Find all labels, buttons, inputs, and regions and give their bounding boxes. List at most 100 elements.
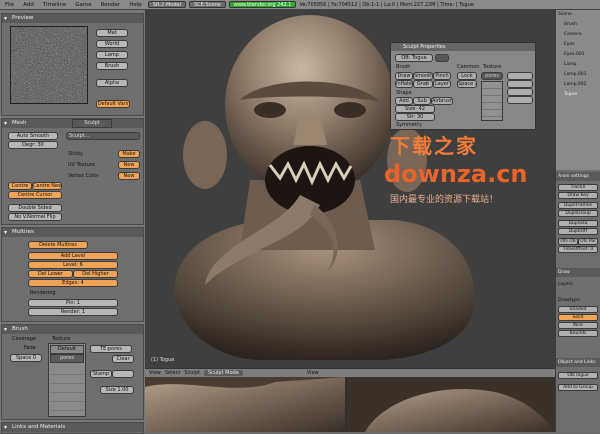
ofs-par-button[interactable]: Ofs Par [578,238,598,245]
tool-grab-button[interactable]: Grab [413,80,433,88]
screen-selector[interactable]: SR:2-Model [147,1,186,8]
object-name-input[interactable]: OB:Togue [558,372,598,379]
draw-panel-title[interactable]: Draw [556,268,600,277]
outliner-item-lamp-002[interactable]: Lamp.002 [564,82,587,87]
airbrush-button[interactable]: Airbrush [431,97,453,105]
links-materials-title[interactable]: Links and Materials [2,423,143,432]
dupli-group-button[interactable]: DupliGroup [558,210,598,217]
drawtype-solid[interactable]: Solid [558,314,598,321]
size-field[interactable]: Size 1.00 [100,386,134,394]
footer-sculpt-menu[interactable]: Sculpt [184,370,200,376]
mode-selector[interactable]: Sculpt Mode [203,370,243,376]
drawtype-bounds[interactable]: Bounds [558,330,598,337]
ofs-ob-button[interactable]: Ofs Ob [558,238,578,245]
auto-smooth-button[interactable]: Auto Smooth [8,132,58,140]
outliner-item-scene[interactable]: Scene [558,12,572,17]
texture-option-4[interactable] [507,96,533,104]
menu-help[interactable]: Help [126,2,145,8]
texture-option-3[interactable] [507,88,533,96]
time-offset-field[interactable]: TimeOffset: 0 [558,246,598,253]
brush-size-field[interactable]: Size: 42 [395,105,435,113]
space-field[interactable]: Space 0 [10,354,42,362]
menu-render[interactable]: Render [98,2,124,8]
degr-field[interactable]: Degr: 30 [8,141,58,149]
centre-new-button[interactable]: Centre New [32,182,62,190]
menu-file[interactable]: File [2,2,17,8]
anim-settings-title[interactable]: Anim settings [556,172,600,181]
sculpt-properties-title[interactable]: Sculpt Properties [391,43,535,51]
no-vnormal-flip-button[interactable]: No V.Normal Flip [8,213,62,221]
outliner-item-eyes-001[interactable]: Eyes.001 [564,52,585,57]
preview-mat-button[interactable]: Mat [96,29,128,37]
del-higher-button[interactable]: Del Higher [73,270,118,278]
menu-timeline[interactable]: Timeline [40,2,69,8]
stamp-button[interactable]: Stamp [90,370,112,378]
outliner-item-lamp-001[interactable]: Lamp.001 [564,72,587,77]
lock-button[interactable]: Lock [457,72,477,80]
footer-select-menu[interactable]: Select [165,370,180,376]
texture-option-1[interactable] [507,72,533,80]
object-links-title[interactable]: Object and Links [556,358,600,367]
menu-add[interactable]: Add [20,2,37,8]
edges-field[interactable]: Edges: 4 [28,279,118,287]
level-field[interactable]: Level: 6 [28,261,118,269]
drawtype-wire[interactable]: Wire [558,322,598,329]
preview-lamp-button[interactable]: Lamp [96,51,128,59]
clear-button[interactable]: Clear [112,355,134,363]
tab-sculpt[interactable]: Sculpt [72,119,112,128]
centre-cursor-button[interactable]: Centre Cursor [8,191,62,199]
brush-strength-field[interactable]: Str: 30 [395,113,435,121]
sculpt-name-field[interactable]: Sculpt... [66,132,140,140]
add-level-button[interactable]: Add Level [28,252,118,260]
centre-button[interactable]: Centre [8,182,32,190]
outliner-item-brush[interactable]: Brush [564,22,577,27]
tool-inflate-button[interactable]: Inflate [395,80,413,88]
menu-game[interactable]: Game [72,2,94,8]
tool-draw-button[interactable]: Draw [395,72,413,80]
del-lower-button[interactable]: Del Lower [28,270,73,278]
draw-key-button[interactable]: Draw Key [558,192,598,199]
multires-title[interactable]: Multires [2,228,143,237]
dupli-frames-button[interactable]: DupliFrames [558,202,598,209]
texture-name-field[interactable]: TE:pores [90,345,132,353]
texture-slot-pores[interactable]: pores [50,354,84,363]
space-x-button[interactable]: Space X [457,80,477,88]
add-to-group-button[interactable]: Add to Group [558,384,598,391]
secondary-viewport[interactable] [145,377,555,432]
dupli-sta-field[interactable]: DupliSta [558,220,598,227]
tool-layer-button[interactable]: Layer [433,80,451,88]
tool-pinch-button[interactable]: Pinch [433,72,451,80]
scene-selector[interactable]: SCE:Scene [188,1,226,8]
dupli-off-field[interactable]: DupliOff [558,228,598,235]
drawtype-shaded[interactable]: Shaded [558,306,598,313]
preview-alpha-button[interactable]: Alpha [96,79,128,87]
delete-multires-button[interactable]: Delete Multires [28,241,88,249]
tool-smooth-button[interactable]: Smooth [413,72,433,80]
texture-slot-default[interactable]: Default [50,345,84,354]
uv-new-button[interactable]: New [118,161,140,169]
object-field-extra[interactable] [435,54,449,62]
shape-sub-button[interactable]: Sub [413,97,431,105]
shape-add-button[interactable]: Add [395,97,413,105]
footer-view-menu-2[interactable]: View [307,370,319,376]
preview-title[interactable]: Preview [2,14,143,23]
outliner-item-camera[interactable]: Camera [564,32,582,37]
dialog-texture-slot-list[interactable] [481,81,503,121]
empty-texture-slots[interactable] [50,366,84,414]
sticky-make-button[interactable]: Make [118,150,140,158]
brush-title[interactable]: Brush [2,325,143,334]
stamp-value-field[interactable] [112,370,134,378]
render-field[interactable]: Render: 1 [28,308,118,316]
outliner-item-lamp[interactable]: Lamp [564,62,577,67]
texture-pores-slot[interactable]: pores [481,72,503,80]
object-name-field[interactable]: OB: Togue [395,54,433,62]
preview-world-button[interactable]: World [96,40,128,48]
blender-url[interactable]: www.blender.org 242.1 [228,1,297,8]
outliner-item-eyes[interactable]: Eyes [564,42,575,47]
pin-field[interactable]: Pin: 1 [28,299,118,307]
vertex-color-new-button[interactable]: New [118,172,140,180]
track-x-button[interactable]: TrackX [558,184,598,191]
outliner-item-togue[interactable]: Togue [564,92,577,97]
texture-option-2[interactable] [507,80,533,88]
double-sided-button[interactable]: Double Sided [8,204,62,212]
